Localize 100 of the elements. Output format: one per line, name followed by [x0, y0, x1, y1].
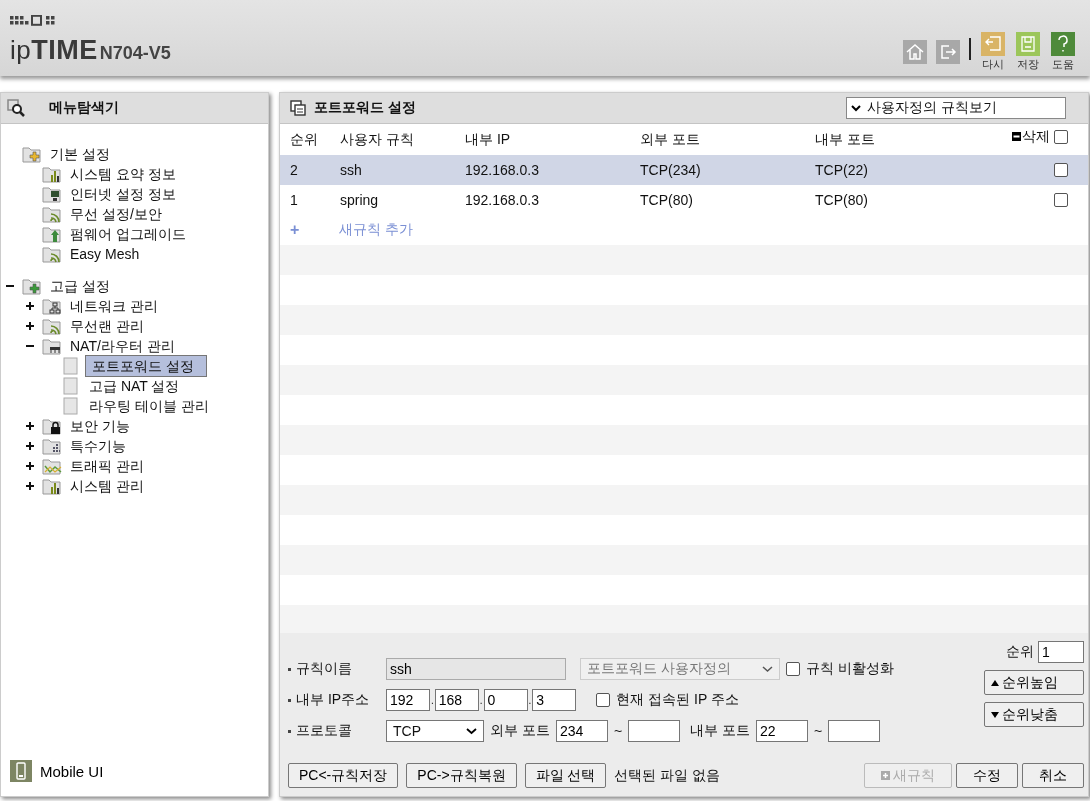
dots-icon — [42, 437, 64, 455]
folder-icon — [22, 145, 44, 163]
checkbox-label: 규칙 비활성화 — [806, 660, 894, 678]
column-header: 순위 — [290, 130, 319, 149]
view-select[interactable]: 사용자정의 규칙보기 — [846, 97, 1066, 119]
wifi-icon — [42, 317, 64, 335]
ip-separator: . — [431, 694, 434, 706]
field-label: 외부 포트 — [490, 722, 550, 740]
phone-icon — [10, 760, 32, 782]
menu-item[interactable]: 시스템 관리 — [66, 476, 150, 496]
file-button[interactable]: 파일 선택 — [524, 763, 607, 788]
chevron-down-icon — [851, 104, 861, 112]
collapse-icon[interactable] — [6, 282, 14, 290]
port-field[interactable] — [628, 720, 681, 742]
window-icon — [290, 100, 306, 116]
model-name: N704-V5 — [99, 44, 171, 64]
save-button[interactable]: 저장 — [1015, 32, 1041, 72]
checkbox[interactable] — [786, 662, 800, 676]
menu-item[interactable]: 무선랜 관리 — [66, 316, 150, 336]
protocol-select[interactable]: TCP — [386, 720, 484, 742]
file-button[interactable]: PC<-규칙저장 — [288, 763, 399, 788]
table-cell-text: 1 — [290, 192, 299, 208]
row-checkbox[interactable] — [1054, 163, 1068, 177]
field-label: 내부 IP주소 — [296, 691, 370, 709]
minus-icon — [1012, 132, 1021, 141]
expand-icon[interactable] — [26, 302, 34, 310]
file-button[interactable]: PC->규칙복원 — [406, 763, 517, 788]
chevron-down-icon — [466, 727, 477, 735]
column-header: 외부 포트 — [640, 130, 701, 149]
range-separator: ~ — [813, 723, 823, 739]
ip-octet-field[interactable]: 192 — [386, 689, 430, 711]
table-cell-text: TCP(22) — [815, 162, 869, 178]
select-all-checkbox[interactable] — [1054, 129, 1068, 144]
table-cell-text: TCP(80) — [640, 192, 694, 208]
expand-icon[interactable] — [26, 462, 34, 470]
search-icon — [7, 99, 25, 117]
ip-separator: . — [528, 694, 532, 706]
help-button[interactable]: 도움 — [1050, 32, 1076, 72]
ip-octet-field[interactable]: 168 — [434, 689, 479, 711]
menu-item[interactable]: Easy Mesh — [66, 244, 146, 264]
triangle-down-icon — [991, 711, 999, 718]
action-button[interactable]: 취소 — [1022, 763, 1084, 788]
upgrade-icon — [42, 225, 64, 243]
ip-octet-field[interactable]: 0 — [483, 689, 528, 711]
menu-item[interactable]: 고급 NAT 설정 — [85, 376, 186, 396]
table-cell-text: ssh — [340, 162, 363, 178]
column-header: 사용자 규칙 — [340, 130, 415, 149]
menu-item[interactable]: 고급 설정 — [46, 276, 116, 296]
menu-item[interactable]: 인터넷 설정 정보 — [66, 184, 182, 204]
menu-item[interactable]: 특수기능 — [66, 436, 132, 456]
table-cell-text: spring — [340, 192, 380, 208]
menu-item[interactable]: 무선 설정/보안 — [66, 204, 168, 224]
table-row[interactable]: 2 ssh 192.168.0.3 TCP(234) TCP(22) — [280, 155, 1088, 185]
port-field[interactable]: 234 — [555, 720, 608, 742]
mobile-ui-link[interactable]: Mobile UI — [40, 762, 104, 780]
menu-item[interactable]: 기본 설정 — [46, 144, 116, 164]
plus-box-icon — [881, 771, 890, 780]
wifi-icon — [42, 205, 64, 223]
expand-icon[interactable] — [26, 322, 34, 330]
action-button[interactable]: 수정 — [956, 763, 1018, 788]
table-cell-text: 192.168.0.3 — [465, 192, 540, 208]
page-icon — [63, 377, 79, 395]
table-cell-text: 2 — [290, 162, 299, 178]
menu-item[interactable]: 펌웨어 업그레이드 — [66, 224, 192, 244]
ip-octet-field[interactable]: 3 — [532, 689, 577, 711]
chart-icon — [42, 477, 64, 495]
file-status: 선택된 파일 없음 — [614, 766, 721, 785]
menu-item[interactable]: 트래픽 관리 — [66, 456, 150, 476]
menu-title: 메뉴탐색기 — [49, 99, 119, 117]
menu-item[interactable]: 포트포워드 설정 — [85, 355, 207, 377]
menu-item[interactable]: 보안 기능 — [66, 416, 136, 436]
column-header: 내부 포트 — [815, 130, 876, 149]
column-header: 내부 IP — [465, 130, 512, 149]
monitor-icon — [42, 185, 64, 203]
collapse-icon[interactable] — [26, 342, 34, 350]
move-down-button[interactable]: 순위낮춤 — [984, 702, 1084, 727]
network-icon — [42, 297, 64, 315]
checkbox-label: 현재 접속된 IP 주소 — [616, 691, 739, 709]
ip-separator: . — [479, 694, 483, 706]
table-row[interactable]: 1 spring 192.168.0.3 TCP(80) TCP(80) — [280, 185, 1088, 215]
order-field[interactable]: 1 — [1038, 641, 1084, 663]
menu-item[interactable]: 시스템 요약 정보 — [66, 164, 182, 184]
menu-item[interactable]: 네트워크 관리 — [66, 296, 164, 316]
expand-icon[interactable] — [26, 422, 34, 430]
expand-icon[interactable] — [26, 442, 34, 450]
expand-icon[interactable] — [26, 482, 34, 490]
port-field[interactable]: 22 — [755, 720, 808, 742]
field-label: 프로토콜 — [296, 722, 352, 740]
wifi-icon — [42, 245, 64, 263]
row-checkbox[interactable] — [1054, 193, 1068, 207]
range-separator: ~ — [613, 723, 623, 739]
undo-button[interactable]: 다시 — [980, 32, 1006, 72]
panel-title: 포트포워드 설정 — [314, 99, 417, 117]
port-field[interactable] — [828, 720, 881, 742]
menu-item[interactable]: 라우팅 테이블 관리 — [85, 396, 215, 416]
checkbox[interactable] — [596, 693, 611, 707]
lock-icon — [42, 417, 64, 435]
menu-item[interactable]: NAT/라우터 관리 — [66, 336, 181, 356]
table-cell-text: 192.168.0.3 — [465, 162, 540, 178]
move-up-button[interactable]: 순위높임 — [984, 670, 1084, 695]
